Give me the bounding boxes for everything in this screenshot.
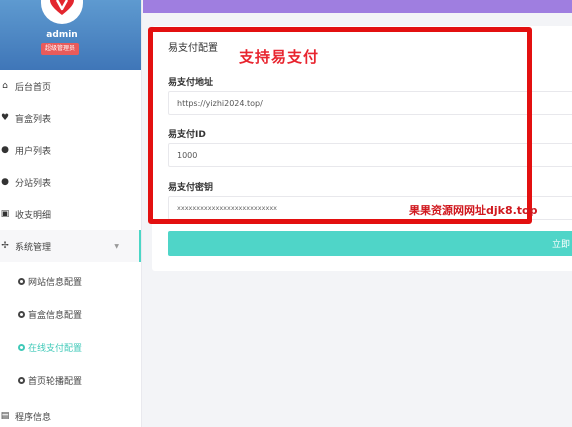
- sidebar-item-label: 盲盒列表: [15, 114, 52, 125]
- sidebar-item-blindbox-list[interactable]: ♥ 盲盒列表: [0, 102, 141, 134]
- sidebar-item-program-info[interactable]: ▤ 程序信息: [0, 400, 141, 427]
- sidebar-item-label: 用户列表: [15, 146, 52, 157]
- submit-button[interactable]: 立即: [168, 231, 572, 256]
- admin-role-badge: 超级管理员: [41, 43, 80, 55]
- sidebar-subitem-payment-config[interactable]: 在线支付配置: [0, 331, 141, 363]
- sidebar-subitem-label: 网站信息配置: [28, 277, 83, 288]
- monitor-icon: ▤: [0, 411, 10, 421]
- sidebar-item-label: 程序信息: [15, 412, 52, 423]
- sidebar-item-transactions[interactable]: ▣ 收支明细: [0, 198, 141, 230]
- home-icon: ⌂: [2, 81, 8, 91]
- user-icon: ●: [1, 177, 9, 187]
- sidebar-item-dashboard[interactable]: ⌂ 后台首页: [0, 70, 141, 102]
- sidebar-subitem-label: 盲盒信息配置: [28, 310, 83, 321]
- profile-panel: admin 超级管理员: [0, 0, 141, 70]
- payment-config-card: 易支付配置 支持易支付 易支付地址 https://yizhi2024.top/…: [152, 26, 572, 271]
- sidebar-item-label: 后台首页: [15, 82, 52, 93]
- sidebar-item-label: 收支明细: [15, 210, 52, 221]
- sidebar-subitem-label: 首页轮播配置: [28, 376, 83, 387]
- heart-logo-icon: [50, 0, 74, 15]
- watermark-text: 果果资源网网址djk8.top: [409, 204, 538, 217]
- chevron-down-icon: ▼: [114, 242, 119, 250]
- merchant-id-field[interactable]: 1000: [168, 143, 572, 167]
- circle-icon: [18, 376, 25, 384]
- sidebar-item-substation-list[interactable]: ● 分站列表: [0, 166, 141, 198]
- sidebar-subitem-carousel-config[interactable]: 首页轮播配置: [0, 364, 141, 396]
- sidebar: admin 超级管理员 ⌂ 后台首页 ♥ 盲盒列表 ● 用户列表 ● 分站列表 …: [0, 0, 142, 427]
- wallet-icon: ▣: [0, 209, 10, 219]
- sidebar-item-user-list[interactable]: ● 用户列表: [0, 134, 141, 166]
- field-label-gateway-url: 易支付地址: [168, 78, 214, 88]
- avatar[interactable]: [41, 0, 83, 24]
- circle-icon: [18, 277, 25, 285]
- sidebar-subitem-site-config[interactable]: 网站信息配置: [0, 265, 141, 297]
- field-label-merchant-id: 易支付ID: [168, 130, 206, 140]
- circle-icon: [18, 343, 25, 351]
- sidebar-item-label: 系统管理: [15, 242, 52, 253]
- gateway-url-field[interactable]: https://yizhi2024.top/: [168, 91, 572, 115]
- heart-icon: ♥: [0, 113, 10, 123]
- field-label-secret-key: 易支付密钥: [168, 183, 214, 193]
- admin-name: admin: [46, 30, 78, 40]
- sidebar-subitem-blindbox-config[interactable]: 盲盒信息配置: [0, 298, 141, 330]
- sidebar-subitem-label: 在线支付配置: [28, 343, 83, 354]
- top-bar: [143, 0, 572, 13]
- promo-overlay-text: 支持易支付: [239, 48, 320, 66]
- sidebar-item-label: 分站列表: [15, 178, 52, 189]
- sidebar-item-system-management[interactable]: ✢ 系统管理 ▼: [0, 230, 141, 262]
- user-icon: ●: [1, 145, 9, 155]
- circle-icon: [18, 310, 25, 318]
- card-title: 易支付配置: [168, 43, 218, 54]
- settings-icon: ✢: [1, 241, 9, 251]
